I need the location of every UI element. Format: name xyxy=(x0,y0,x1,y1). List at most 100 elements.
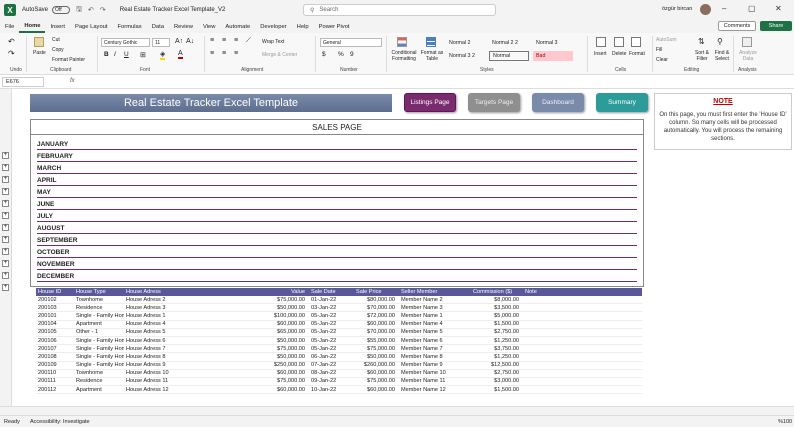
expand-group-button[interactable]: + xyxy=(2,224,9,231)
menu-view[interactable]: View xyxy=(198,20,220,33)
cut-button[interactable]: Cut xyxy=(52,37,60,43)
table-cell[interactable]: $75,000.00 xyxy=(259,346,309,352)
expand-group-button[interactable]: + xyxy=(2,284,9,291)
fill-color-icon[interactable]: ◈ xyxy=(160,50,166,60)
table-cell[interactable]: 200101 xyxy=(36,313,74,319)
table-cell[interactable]: $5,000.00 xyxy=(471,313,523,319)
table-cell[interactable]: $80,000.00 xyxy=(354,297,399,303)
insert-cells-icon[interactable] xyxy=(596,37,606,47)
table-cell[interactable]: Apartment xyxy=(74,321,124,327)
undo-icon[interactable]: ↶ xyxy=(88,6,94,14)
align-top-icon[interactable]: ≡ xyxy=(210,37,214,44)
table-cell[interactable]: 10-Jan-22 xyxy=(309,387,354,393)
clear-button[interactable]: Clear xyxy=(656,57,668,63)
table-row[interactable]: 200112 Apartment House Adress 12 $60,000.00… xyxy=(36,386,642,395)
minimize-icon[interactable]: – xyxy=(722,4,726,13)
paste-label[interactable]: Paste xyxy=(33,50,46,56)
currency-icon[interactable]: $ xyxy=(322,51,326,58)
table-cell[interactable]: $60,000.00 xyxy=(259,321,309,327)
expand-group-button[interactable]: + xyxy=(2,212,9,219)
search-input[interactable]: ⚲ Search xyxy=(303,4,496,16)
table-cell[interactable]: House Adress 7 xyxy=(124,346,259,352)
style-normal-3-2[interactable]: Normal 3 2 xyxy=(446,51,486,61)
format-as-table-button[interactable]: Format as Table xyxy=(420,50,444,62)
insert-button[interactable]: Insert xyxy=(594,51,607,57)
table-cell[interactable]: House Adress 1 xyxy=(124,313,259,319)
format-cells-icon[interactable] xyxy=(631,37,641,47)
menu-automate[interactable]: Automate xyxy=(220,20,255,33)
menu-review[interactable]: Review xyxy=(169,20,198,33)
table-cell[interactable]: Single - Family Home xyxy=(74,346,124,352)
table-cell[interactable]: $1,250.00 xyxy=(471,338,523,344)
align-middle-icon[interactable]: ≡ xyxy=(222,37,226,44)
table-cell[interactable]: 200108 xyxy=(36,354,74,360)
close-icon[interactable]: ✕ xyxy=(775,4,782,13)
table-cell[interactable]: House Adress 2 xyxy=(124,297,259,303)
bold-button[interactable]: B xyxy=(104,51,109,58)
sort-filter-button[interactable]: Sort & Filter xyxy=(694,50,710,62)
table-cell[interactable]: 03-Jan-22 xyxy=(309,305,354,311)
table-cell[interactable]: 200102 xyxy=(36,297,74,303)
table-cell[interactable]: $1,500.00 xyxy=(471,387,523,393)
find-select-button[interactable]: Find & Select xyxy=(713,50,731,62)
table-cell[interactable]: House Adress 12 xyxy=(124,387,259,393)
table-row[interactable]: 200103 Residence House Adress 3 $50,000.00 0… xyxy=(36,304,642,313)
merge-center-button[interactable]: Merge & Center xyxy=(262,52,297,58)
table-row[interactable]: 200107Single - Family HomeHouse Adress 7… xyxy=(36,345,642,354)
table-cell[interactable]: $50,000.00 xyxy=(354,354,399,360)
table-cell[interactable]: $65,000.00 xyxy=(259,329,309,335)
table-cell[interactable]: Member Name 3 xyxy=(399,305,471,311)
format-button[interactable]: Format xyxy=(629,51,645,57)
menu-help[interactable]: Help xyxy=(292,20,314,33)
table-cell[interactable]: Residence xyxy=(74,378,124,384)
table-row[interactable]: 200101Single - Family HomeHouse Adress 1… xyxy=(36,312,642,321)
delete-button[interactable]: Delete xyxy=(612,51,626,57)
dashboard-button[interactable]: Dashboard xyxy=(532,93,584,112)
table-cell[interactable]: Single - Family Home xyxy=(74,362,124,368)
table-cell[interactable]: 05-Jan-22 xyxy=(309,313,354,319)
table-cell[interactable]: $70,000.00 xyxy=(354,305,399,311)
table-cell[interactable]: 05-Jan-22 xyxy=(309,338,354,344)
avatar[interactable] xyxy=(700,4,711,15)
table-cell[interactable]: $50,000.00 xyxy=(259,354,309,360)
table-cell[interactable]: Member Name 9 xyxy=(399,362,471,368)
menu-insert[interactable]: Insert xyxy=(45,20,70,33)
column-header[interactable]: Note xyxy=(523,289,568,295)
column-header[interactable]: House ID xyxy=(36,289,74,295)
table-cell[interactable]: Member Name 12 xyxy=(399,387,471,393)
table-cell[interactable]: Townhome xyxy=(74,297,124,303)
align-center-icon[interactable]: ≡ xyxy=(222,50,226,57)
table-cell[interactable]: $50,000.00 xyxy=(259,338,309,344)
align-bottom-icon[interactable]: ≡ xyxy=(234,37,238,44)
listings-page-button[interactable]: Listings Page xyxy=(404,93,456,112)
table-cell[interactable]: House Adress 4 xyxy=(124,321,259,327)
table-cell[interactable]: $1,500.00 xyxy=(471,321,523,327)
table-cell[interactable]: 06-Jan-22 xyxy=(309,354,354,360)
style-normal-3[interactable]: Normal 3 xyxy=(533,38,573,48)
table-cell[interactable]: 05-Jan-22 xyxy=(309,329,354,335)
column-header[interactable]: Commission ($) xyxy=(471,289,523,295)
table-cell[interactable]: $60,000.00 xyxy=(354,370,399,376)
table-cell[interactable]: Member Name 11 xyxy=(399,378,471,384)
table-row[interactable]: 200105 Other - 1 House Adress 5 $65,000.00 0… xyxy=(36,329,642,337)
table-cell[interactable]: 200109 xyxy=(36,362,74,368)
align-left-icon[interactable]: ≡ xyxy=(210,50,214,57)
table-cell[interactable]: $70,000.00 xyxy=(354,329,399,335)
table-cell[interactable]: $75,000.00 xyxy=(259,297,309,303)
expand-group-button[interactable]: + xyxy=(2,164,9,171)
style-normal-2[interactable]: Normal 2 xyxy=(446,38,486,48)
table-cell[interactable]: 09-Jan-22 xyxy=(309,378,354,384)
table-cell[interactable]: Other - 1 xyxy=(74,329,124,335)
table-cell[interactable]: Apartment xyxy=(74,387,124,393)
italic-button[interactable]: I xyxy=(114,51,116,58)
menu-power-pivot[interactable]: Power Pivot xyxy=(314,20,355,33)
table-cell[interactable]: Residence xyxy=(74,305,124,311)
share-button[interactable]: Share xyxy=(760,21,792,31)
column-header[interactable]: House Type xyxy=(74,289,124,295)
save-icon[interactable]: 🖫 xyxy=(76,5,82,16)
font-color-icon[interactable]: A xyxy=(178,50,183,59)
font-grow-icon[interactable]: A↑ xyxy=(175,38,183,45)
underline-button[interactable]: U xyxy=(124,51,129,58)
table-cell[interactable]: $1,250.00 xyxy=(471,354,523,360)
style-bad[interactable]: Bad xyxy=(533,51,573,61)
